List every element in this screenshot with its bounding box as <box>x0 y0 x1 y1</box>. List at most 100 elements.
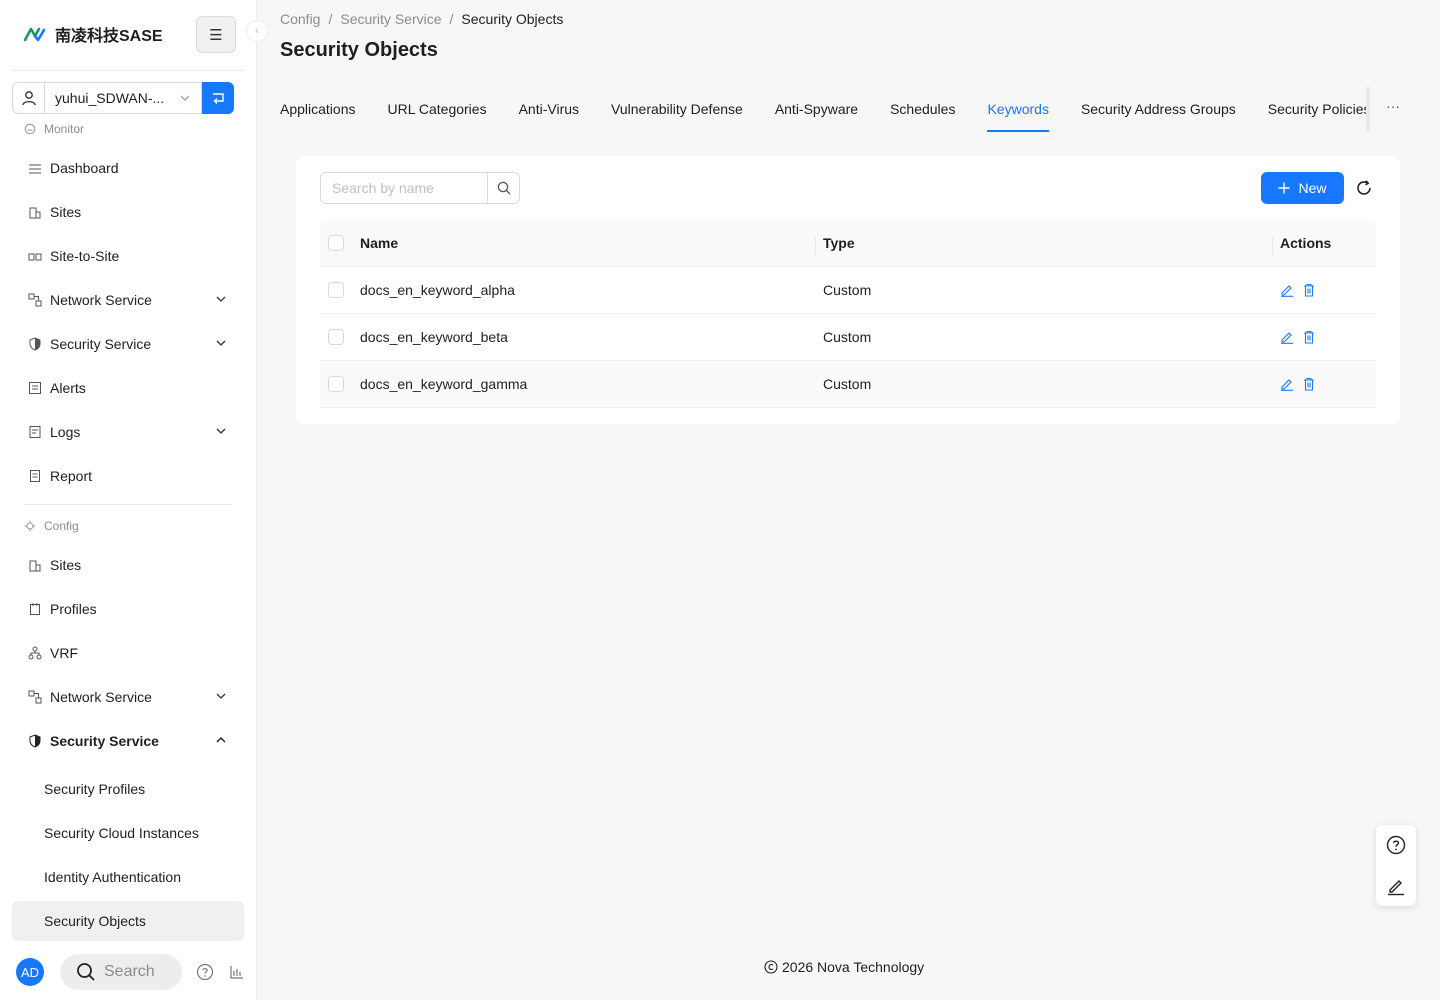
breadcrumb-separator: / <box>328 11 333 27</box>
plus-icon <box>1278 182 1290 194</box>
chevron-left-icon: ‹ <box>255 25 259 37</box>
new-button[interactable]: New <box>1261 172 1344 204</box>
cell-type: Custom <box>823 329 872 345</box>
chevron-down-icon <box>216 340 226 346</box>
sidebar-item-vrf[interactable]: VRF <box>12 633 244 673</box>
delete-icon[interactable] <box>1302 283 1316 297</box>
sidebar-item-logs[interactable]: Logs <box>12 412 244 452</box>
chevron-down-icon <box>216 296 226 302</box>
building-icon <box>28 205 42 219</box>
breadcrumb-item[interactable]: Security Service <box>340 11 441 27</box>
search-input[interactable] <box>320 172 488 204</box>
table-row: docs_en_keyword_gamma Custom <box>320 361 1376 408</box>
search-box <box>320 172 520 204</box>
config-icon <box>24 520 36 532</box>
edit-icon[interactable] <box>1280 330 1294 344</box>
tabs-overflow-shadow <box>1366 87 1370 131</box>
menu-toggle-button[interactable]: ☰ <box>196 16 236 53</box>
tab-applications[interactable]: Applications <box>280 96 356 132</box>
cell-actions <box>1272 283 1376 297</box>
group-label-monitor: Monitor <box>24 122 84 136</box>
sidebar-item-report[interactable]: Report <box>12 456 244 496</box>
stats-icon[interactable] <box>228 963 246 981</box>
row-checkbox[interactable] <box>328 282 344 298</box>
sidebar-item-network-service[interactable]: Network Service <box>12 280 244 320</box>
breadcrumb-item[interactable]: Config <box>280 11 320 27</box>
switch-icon <box>213 93 224 104</box>
table-header: Name Type Actions <box>320 220 1376 267</box>
row-checkbox[interactable] <box>328 329 344 345</box>
sidebar-subitem-security-cloud-instances[interactable]: Security Cloud Instances <box>12 813 244 853</box>
page-title: Security Objects <box>280 39 438 61</box>
search-icon <box>497 181 510 195</box>
tab-vulnerability-defense[interactable]: Vulnerability Defense <box>611 96 743 132</box>
tenant-dropdown[interactable]: yuhui_SDWAN-... <box>44 82 202 114</box>
avatar[interactable]: AD <box>16 958 44 986</box>
logs-icon <box>28 425 42 439</box>
building-icon <box>28 558 42 572</box>
table-row: docs_en_keyword_alpha Custom <box>320 267 1376 314</box>
select-all-checkbox[interactable] <box>328 235 344 251</box>
sidebar-item-config-network-service[interactable]: Network Service <box>12 677 244 717</box>
tab-schedules[interactable]: Schedules <box>890 96 955 132</box>
help-icon[interactable] <box>196 963 214 981</box>
row-checkbox[interactable] <box>328 376 344 392</box>
refresh-button[interactable] <box>1354 178 1374 198</box>
edit-icon[interactable] <box>1280 377 1294 391</box>
help-icon[interactable] <box>1386 835 1406 855</box>
shield-icon <box>28 734 42 748</box>
vrf-icon <box>28 646 42 660</box>
dashboard-icon <box>28 161 42 175</box>
sidebar-bottom-bar: AD Search <box>16 954 246 990</box>
edit-icon[interactable] <box>1280 283 1294 297</box>
sidebar-subitem-security-profiles[interactable]: Security Profiles <box>12 769 244 809</box>
sidebar-item-config-sites[interactable]: Sites <box>12 545 244 585</box>
tab-anti-spyware[interactable]: Anti-Spyware <box>775 96 858 132</box>
sidebar: 南凌科技SASE ☰ yuhui_SDWAN-... Monitor Dashb… <box>0 0 257 1000</box>
delete-icon[interactable] <box>1302 377 1316 391</box>
search-button[interactable] <box>488 172 520 204</box>
alert-icon <box>28 381 42 395</box>
tab-security-address-groups[interactable]: Security Address Groups <box>1081 96 1236 132</box>
breadcrumb: Config / Security Service / Security Obj… <box>280 11 563 27</box>
tenant-selector: yuhui_SDWAN-... <box>12 82 234 114</box>
sidebar-subitem-security-objects[interactable]: Security Objects <box>12 901 244 941</box>
sidebar-item-sites[interactable]: Sites <box>12 192 244 232</box>
sidebar-item-dashboard[interactable]: Dashboard <box>12 148 244 188</box>
tenant-switch-button[interactable] <box>202 82 234 114</box>
tab-url-categories[interactable]: URL Categories <box>388 96 487 132</box>
cell-name: docs_en_keyword_beta <box>360 329 508 345</box>
tab-security-policies[interactable]: Security Policies <box>1268 96 1370 132</box>
monitor-icon <box>24 123 36 135</box>
divider <box>10 70 246 71</box>
global-search-button[interactable]: Search <box>60 954 182 990</box>
table-row: docs_en_keyword_beta Custom <box>320 314 1376 361</box>
sidebar-item-config-security-service[interactable]: Security Service <box>12 721 244 761</box>
hamburger-icon: ☰ <box>209 26 223 44</box>
tabs-more-button[interactable]: ··· <box>1386 98 1400 114</box>
sidebar-item-profiles[interactable]: Profiles <box>12 589 244 629</box>
cell-type: Custom <box>823 282 872 298</box>
column-header-name: Name <box>360 235 399 251</box>
floating-toolbar <box>1376 825 1416 906</box>
collapse-sidebar-button[interactable]: ‹ <box>246 20 268 42</box>
feedback-edit-icon[interactable] <box>1386 876 1406 896</box>
sidebar-item-alerts[interactable]: Alerts <box>12 368 244 408</box>
delete-icon[interactable] <box>1302 330 1316 344</box>
footer-text: 2026 Nova Technology <box>782 959 925 975</box>
sidebar-item-site-to-site[interactable]: Site-to-Site <box>12 236 244 276</box>
brand[interactable]: 南凌科技SASE <box>24 22 163 46</box>
tenant-value: yuhui_SDWAN-... <box>55 90 165 106</box>
sidebar-subitem-identity-authentication[interactable]: Identity Authentication <box>12 857 244 897</box>
chevron-down-icon <box>216 693 226 699</box>
cell-actions <box>1272 377 1376 391</box>
sidebar-item-security-service[interactable]: Security Service <box>12 324 244 364</box>
column-header-type: Type <box>815 235 1272 255</box>
tab-bar: Applications URL Categories Anti-Virus V… <box>280 96 1370 132</box>
breadcrumb-current: Security Objects <box>461 11 564 27</box>
tab-anti-virus[interactable]: Anti-Virus <box>519 96 579 132</box>
keywords-card: New Name Type Actions docs_en_keyword_al… <box>296 156 1400 424</box>
footer: 2026 Nova Technology <box>764 959 924 975</box>
tab-keywords[interactable]: Keywords <box>987 96 1050 132</box>
brand-name: 南凌科技SASE <box>55 28 163 45</box>
